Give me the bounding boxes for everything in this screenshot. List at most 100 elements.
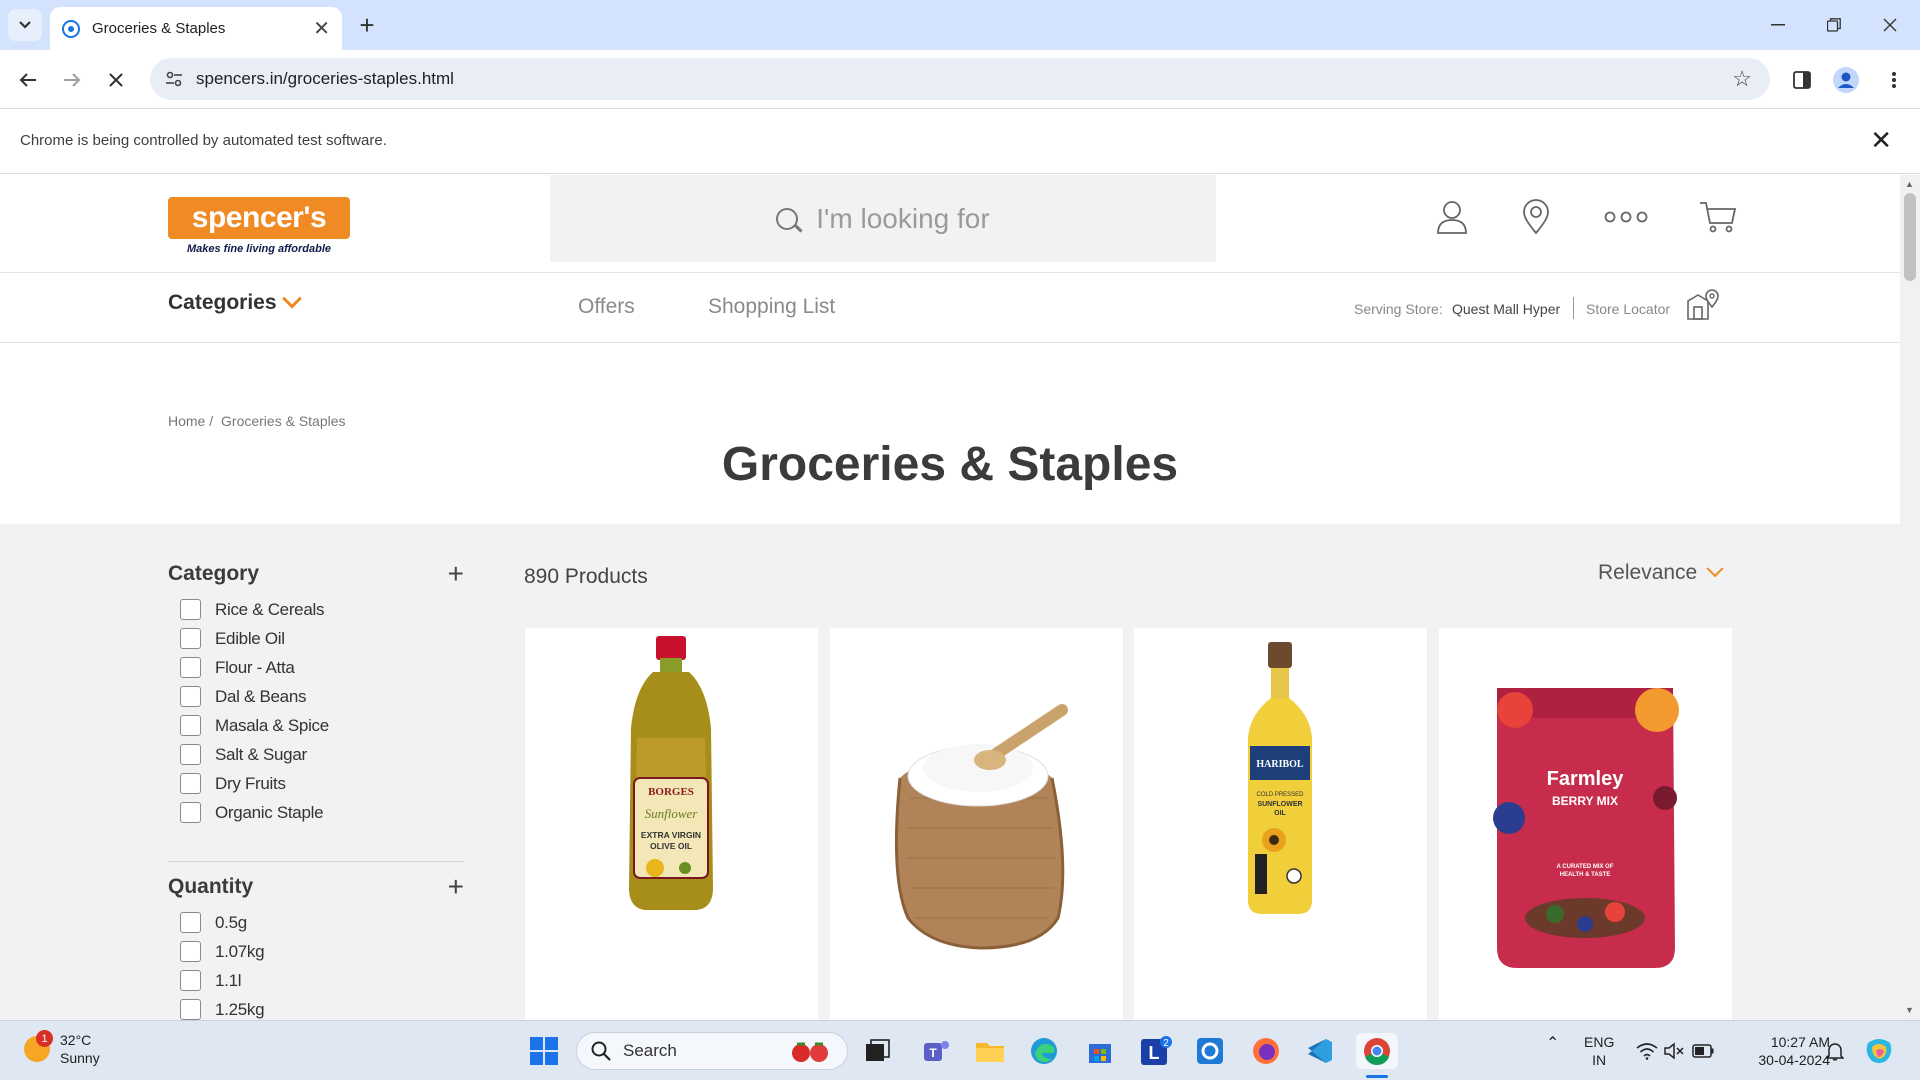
product-card[interactable]: Farmley BERRY MIX A CURATED MIX OF HEALT… [1439, 628, 1732, 1020]
side-panel-icon [1793, 71, 1811, 89]
filter-option-qty[interactable]: 1.07kg [168, 937, 464, 966]
generic-app-button[interactable] [1192, 1033, 1228, 1069]
wifi-icon[interactable] [1636, 1042, 1658, 1060]
checkbox[interactable] [180, 802, 201, 823]
more-options-button[interactable] [1604, 195, 1648, 239]
checkbox[interactable] [180, 999, 201, 1020]
omnibox[interactable]: spencers.in/groceries-staples.html ☆ [150, 58, 1770, 100]
arrow-left-icon [19, 73, 36, 87]
filter-option-flour-atta[interactable]: Flour - Atta [168, 653, 464, 682]
app-badge-count: 2 [1163, 1038, 1169, 1049]
spencers-logo[interactable]: spencer's Makes fine living affordable [168, 197, 350, 259]
filter-option-dry-fruits[interactable]: Dry Fruits [168, 769, 464, 798]
profile-button[interactable] [1830, 64, 1862, 96]
scroll-up-arrow-icon[interactable]: ▲ [1905, 179, 1914, 189]
minimize-button[interactable] [1750, 0, 1806, 50]
side-panel-button[interactable] [1786, 64, 1818, 96]
vscode-app-button[interactable] [1302, 1033, 1338, 1069]
checkbox[interactable] [180, 599, 201, 620]
restore-button[interactable] [1806, 0, 1862, 50]
store-locator-icon[interactable] [1686, 289, 1720, 321]
stop-loading-button[interactable] [100, 64, 132, 96]
new-tab-button[interactable]: + [352, 10, 382, 40]
show-hidden-icons[interactable]: ⌃ [1546, 1035, 1559, 1053]
chrome-app-button[interactable] [1356, 1033, 1398, 1069]
checkbox[interactable] [180, 657, 201, 678]
site-search-input[interactable]: I'm looking for [550, 175, 1216, 262]
store-locator-link[interactable]: Store Locator [1586, 301, 1670, 317]
tab-close-icon[interactable]: ✕ [313, 19, 330, 39]
filter-option-qty[interactable]: 0.5g [168, 908, 464, 937]
start-button[interactable] [526, 1033, 562, 1069]
shopping-list-link[interactable]: Shopping List [708, 295, 835, 319]
filter-option-rice-cereals[interactable]: Rice & Cereals [168, 595, 464, 624]
product-label-text: SUNFLOWER [1257, 801, 1302, 808]
scroll-down-arrow-icon[interactable]: ▼ [1905, 1005, 1914, 1015]
firefox-app-button[interactable] [1248, 1033, 1284, 1069]
expand-quantity-plus-icon[interactable]: + [448, 873, 464, 901]
scrollbar-thumb[interactable] [1904, 193, 1916, 281]
copilot-icon[interactable] [1864, 1037, 1894, 1065]
file-explorer-button[interactable] [972, 1033, 1008, 1069]
back-button[interactable] [12, 64, 44, 96]
checkbox[interactable] [180, 912, 201, 933]
checkbox[interactable] [180, 628, 201, 649]
close-window-button[interactable] [1862, 0, 1918, 50]
filter-option-masala-spice[interactable]: Masala & Spice [168, 711, 464, 740]
checkbox[interactable] [180, 773, 201, 794]
svg-text:T: T [929, 1046, 937, 1060]
categories-menu-button[interactable]: Categories [168, 288, 302, 315]
store-app-button[interactable] [1082, 1033, 1118, 1069]
notification-bell-icon[interactable] [1826, 1041, 1844, 1061]
serving-store-value[interactable]: Quest Mall Hyper [1452, 301, 1560, 317]
taskbar-search-box[interactable]: Search [576, 1032, 848, 1070]
product-card[interactable] [830, 628, 1123, 1020]
product-label-text: Farmley [1547, 768, 1625, 790]
battery-icon[interactable] [1692, 1044, 1714, 1058]
expand-category-plus-icon[interactable]: + [448, 560, 464, 588]
close-icon [1883, 18, 1897, 32]
filter-option-qty[interactable]: 1.25kg [168, 995, 464, 1020]
cart-button[interactable] [1696, 195, 1740, 239]
tab-search-button[interactable] [8, 9, 42, 41]
checkbox[interactable] [180, 715, 201, 736]
forward-button[interactable] [56, 64, 88, 96]
location-button[interactable] [1514, 195, 1558, 239]
filter-option-edible-oil[interactable]: Edible Oil [168, 624, 464, 653]
weather-condition: Sunny [60, 1050, 100, 1066]
checkbox[interactable] [180, 941, 201, 962]
browser-tab-active[interactable]: Groceries & Staples ✕ [50, 7, 342, 50]
offers-link[interactable]: Offers [578, 295, 635, 319]
logo-text: spencer's [191, 201, 327, 234]
infobar-close-icon[interactable]: ✕ [1870, 125, 1892, 156]
notification-badge: 1 [36, 1030, 53, 1047]
edge-browser-button[interactable] [1026, 1033, 1062, 1069]
sort-dropdown[interactable]: Relevance [1598, 560, 1724, 585]
speaker-muted-icon[interactable] [1664, 1042, 1686, 1060]
site-info-icon[interactable] [154, 71, 194, 87]
checkbox[interactable] [180, 970, 201, 991]
filter-option-organic-staple[interactable]: Organic Staple [168, 798, 464, 827]
launcher-l-app-button[interactable]: L2 [1138, 1033, 1174, 1069]
clock[interactable]: 10:27 AM 30-04-2024 [1744, 1033, 1830, 1069]
product-label-text: A CURATED MIX OF [1557, 864, 1614, 870]
page-scrollbar[interactable]: ▲ ▼ [1900, 175, 1920, 1020]
chrome-menu-button[interactable] [1878, 64, 1910, 96]
account-button[interactable] [1430, 195, 1474, 239]
breadcrumb-home[interactable]: Home / [168, 413, 213, 429]
product-label-text: Sunflower [645, 806, 699, 821]
checkbox[interactable] [180, 686, 201, 707]
filter-option-dal-beans[interactable]: Dal & Beans [168, 682, 464, 711]
language-indicator[interactable]: ENG IN [1584, 1033, 1614, 1069]
filter-option-salt-sugar[interactable]: Salt & Sugar [168, 740, 464, 769]
teams-app-button[interactable]: T [918, 1033, 954, 1069]
task-view-button[interactable] [860, 1033, 896, 1069]
url-text[interactable]: spencers.in/groceries-staples.html [196, 69, 1732, 89]
product-card[interactable]: HARIBOL COLD PRESSED SUNFLOWER OIL [1134, 628, 1427, 1020]
product-card[interactable]: BORGES Sunflower EXTRA VIRGIN OLIVE OIL [525, 628, 818, 1020]
bookmark-star-icon[interactable]: ☆ [1732, 66, 1752, 92]
filter-option-qty[interactable]: 1.1l [168, 966, 464, 995]
weather-widget[interactable]: 1 32°C Sunny [24, 1030, 100, 1067]
checkbox[interactable] [180, 744, 201, 765]
quantity-options: 0.5g 1.07kg 1.1l 1.25kg [168, 908, 464, 1020]
